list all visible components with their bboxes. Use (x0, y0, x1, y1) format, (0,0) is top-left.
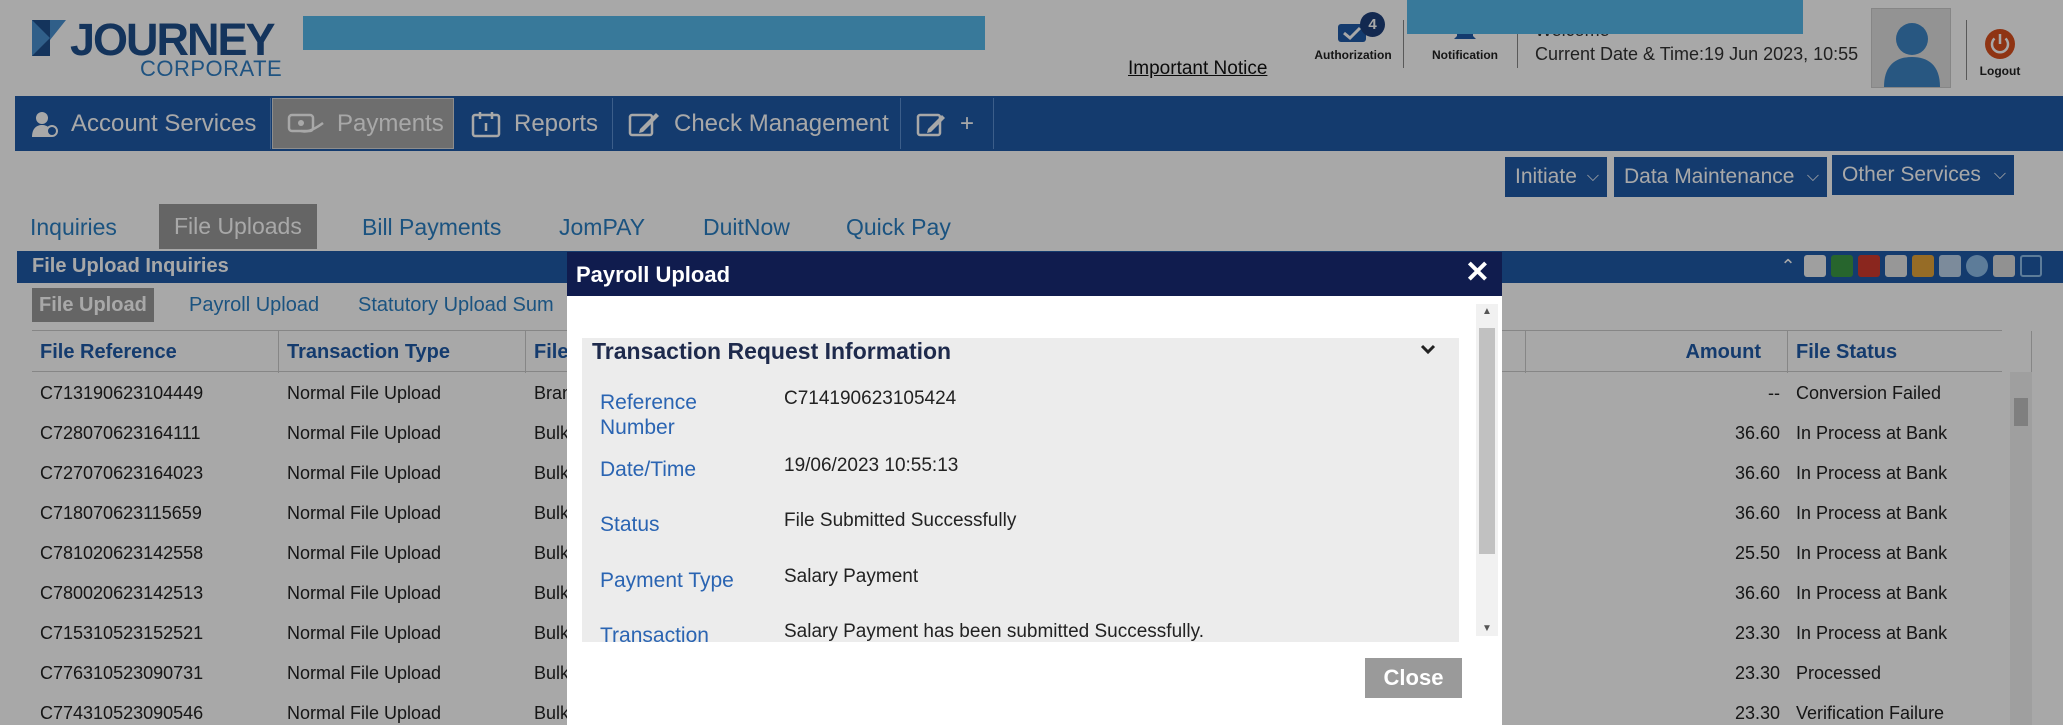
payroll-upload-dialog: Payroll Upload ✕ Transaction Request Inf… (567, 252, 1502, 725)
reference-label-line2: Number (600, 416, 675, 439)
section-title: Transaction Request Information (592, 338, 952, 364)
reference-number-value: C714190623105424 (784, 388, 957, 409)
transaction-value: Salary Payment has been submitted Succes… (784, 621, 1204, 642)
status-label: Status (600, 513, 660, 536)
datetime-label: Date/Time (600, 458, 697, 481)
dialog-scrollbar-thumb[interactable] (1479, 328, 1495, 554)
close-icon[interactable]: ✕ (1465, 256, 1490, 290)
scroll-down-arrow-icon[interactable]: ▼ (1476, 623, 1498, 634)
dialog-scrollbar[interactable]: ▲ ▼ (1476, 304, 1498, 636)
chevron-down-icon[interactable] (1419, 342, 1437, 356)
close-button[interactable]: Close (1365, 658, 1462, 698)
payment-type-value: Salary Payment (784, 566, 919, 587)
reference-number-label: Reference Number (600, 390, 697, 440)
payment-type-label: Payment Type (600, 569, 734, 592)
dialog-title: Payroll Upload (576, 262, 731, 287)
scroll-up-arrow-icon[interactable]: ▲ (1476, 306, 1498, 317)
transaction-request-section: Transaction Request Information Referenc… (582, 338, 1459, 642)
reference-label-line1: Reference (600, 391, 697, 414)
dialog-header: Payroll Upload ✕ (567, 252, 1502, 296)
status-value: File Submitted Successfully (784, 510, 1017, 531)
transaction-label: Transaction (600, 624, 709, 642)
datetime-value: 19/06/2023 10:55:13 (784, 455, 959, 476)
